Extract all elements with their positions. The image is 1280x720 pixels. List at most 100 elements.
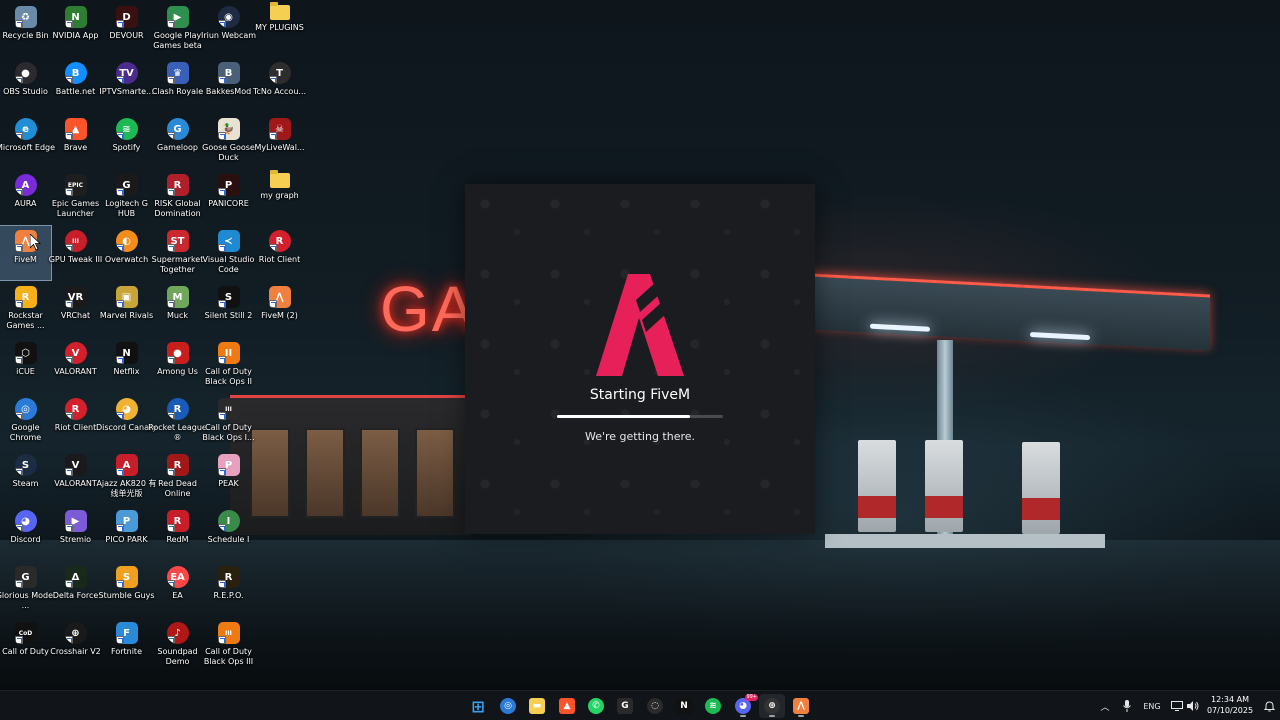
desktop-icon-soundpad[interactable]: ♪ Soundpad Demo (152, 618, 203, 672)
desktop-icon-spotify[interactable]: ≋ Spotify (101, 114, 152, 168)
desktop-icon-google-play-games[interactable]: ▶ Google Play Games beta (152, 2, 203, 56)
shortcut-arrow-icon (14, 76, 23, 84)
spotify-icon: ≋ (705, 698, 721, 714)
desktop-icon-supermarket-together[interactable]: ST Supermarket Together (152, 226, 203, 280)
desktop-icon-brave[interactable]: ▲ Brave (50, 114, 101, 168)
desktop-icon-glorious-model[interactable]: G Glorious Model ... (0, 562, 55, 616)
desktop-icon-ajazz-keyboard[interactable]: A Ajazz AK820 有线单光版 (96, 450, 157, 504)
notification-bell-icon (1263, 700, 1275, 711)
desktop-icon-logitech-g-hub[interactable]: G Logitech G HUB (101, 170, 152, 224)
desktop-icon-overwatch[interactable]: ◐ Overwatch (101, 226, 152, 280)
discord-taskbar-button[interactable]: ◕ 99+ (730, 694, 758, 718)
crosshair-taskbar-button[interactable]: ◌ (642, 694, 668, 718)
desktop-icon-muck[interactable]: M Muck (152, 282, 203, 336)
desktop-icon-icue[interactable]: ⬡ iCUE (0, 338, 51, 392)
brave-icon: ▲ (64, 118, 87, 140)
desktop-icon-black-ops[interactable]: II Call of Duty Black Ops II (203, 338, 254, 392)
desktop-icon-red-dead-online[interactable]: R Red Dead Online (152, 450, 203, 504)
language-indicator[interactable]: ENG (1140, 698, 1164, 714)
desktop-icon-vrchat[interactable]: VR VRChat (50, 282, 101, 336)
desktop-icon-iriun-webcam[interactable]: ◉ Iriun Webcam (201, 2, 256, 56)
desktop-icon-recycle-bin[interactable]: ♻ Recycle Bin (0, 2, 51, 56)
desktop-icon-riot-client[interactable]: R Riot Client (50, 394, 101, 448)
desktop-icon-black-ops[interactable]: III Call of Duty Black Ops I... (202, 394, 255, 448)
desktop-icon-stumble-guys[interactable]: S Stumble Guys (98, 562, 155, 616)
desktop-icon-netflix[interactable]: N Netflix (101, 338, 152, 392)
desktop-icon-redm[interactable]: R RedM (152, 506, 203, 560)
desktop-icon-panicore[interactable]: P PANICORE (203, 170, 254, 224)
desktop-icon-chrome[interactable]: ◎ Google Chrome (0, 394, 51, 448)
shortcut-arrow-icon (217, 20, 226, 28)
stremio-icon: ▶ (64, 510, 87, 532)
desktop-icon-bakkesmod[interactable]: B BakkesMod (203, 58, 254, 112)
netflix-icon: N (115, 342, 138, 364)
fivem-icon: ⋀ (793, 698, 809, 714)
desktop-icon-vscode[interactable]: ≺ Visual Studio Code (203, 226, 254, 280)
desktop-icon-valorant[interactable]: V VALORANT (50, 338, 101, 392)
desktop-icon-discord[interactable]: ◕ Discord (0, 506, 51, 560)
desktop-icon-gameloop[interactable]: G Gameloop (152, 114, 203, 168)
desktop-icon-tcno-account-switcher[interactable]: T TcNo Accou... (253, 58, 306, 112)
desktop-icon-ea[interactable]: EA EA (152, 562, 203, 616)
file-explorer-taskbar-button[interactable]: ▬ (524, 694, 550, 718)
desktop-icon-among-us[interactable]: ● Among Us (152, 338, 203, 392)
spotify-icon: ≋ (115, 118, 138, 140)
desktop-icon-delta-force[interactable]: Δ Delta Force (50, 562, 101, 616)
desktop-icon-silent-still[interactable]: S Silent Still 2 (203, 282, 254, 336)
desktop-icon-obs-studio[interactable]: ● OBS Studio (0, 58, 51, 112)
desktop-icon-fortnite[interactable]: F Fortnite (101, 618, 152, 672)
desktop-icon-peak[interactable]: P PEAK (203, 450, 254, 504)
brave-taskbar-button[interactable]: ▲ (554, 694, 580, 718)
desktop-icon-fivem[interactable]: ⋀ FiveM (0, 225, 52, 281)
desktop-icon-aura[interactable]: A AURA (0, 170, 51, 224)
crosshair-v2-taskbar-button[interactable]: ⊕ (759, 694, 785, 718)
desktop-icon-steam[interactable]: S Steam (0, 450, 51, 504)
spotify-taskbar-button[interactable]: ≋ (700, 694, 726, 718)
desktop-icon-crosshair[interactable]: ⊕ Crosshair V2 (50, 618, 101, 672)
fivem-taskbar-button[interactable]: ⋀ (788, 694, 814, 718)
desktop-icon-folder[interactable]: my graph (254, 170, 305, 224)
desktop-icon-black-ops[interactable]: III Call of Duty Black Ops III (203, 618, 254, 672)
shortcut-arrow-icon (115, 20, 124, 28)
desktop-icon-riot-client[interactable]: R Riot Client (254, 226, 305, 280)
desktop-icon-iptv-smarters[interactable]: TV IPTVSmarte... (99, 58, 154, 112)
desktop-icon-nvidia[interactable]: N NVIDIA App (50, 2, 101, 56)
shortcut-arrow-icon (14, 636, 23, 644)
desktop-icon-schedule-one[interactable]: I Schedule I (203, 506, 254, 560)
desktop-icon-repo[interactable]: R R.E.P.O. (203, 562, 254, 616)
notification-center-button[interactable] (1262, 698, 1276, 714)
desktop-icon-devour[interactable]: D DEVOUR (101, 2, 152, 56)
whatsapp-taskbar-button[interactable]: ✆ (583, 694, 609, 718)
nvidia-icon: N (64, 6, 87, 28)
show-hidden-icons-button[interactable]: ︿ (1098, 698, 1112, 714)
desktop-icon-edge[interactable]: e Microsoft Edge (0, 114, 55, 168)
desktop-icon-mylivewallpaper[interactable]: ☠ MyLiveWal... (254, 114, 305, 168)
desktop-icon-gpu-tweak[interactable]: III GPU Tweak III (49, 226, 102, 280)
desktop-icon-call-of-duty[interactable]: CoD Call of Duty (0, 618, 51, 672)
desktop-icon-folder[interactable]: MY PLUGINS (254, 2, 305, 56)
desktop-icon-clash-royale[interactable]: ♛ Clash Royale (152, 58, 203, 112)
taskbar-clock[interactable]: 12:34 AM 07/10/2025 (1201, 694, 1259, 716)
shortcut-arrow-icon (14, 132, 23, 140)
desktop-icon-pico-park[interactable]: P PICO PARK (101, 506, 152, 560)
desktop-icon-epic-games[interactable]: EPIC Epic Games Launcher (50, 170, 101, 224)
folder-icon: ▬ (529, 698, 545, 714)
desktop-icon-discord-canary[interactable]: ◕ Discord Canary (96, 394, 157, 448)
desktop-icon-valorant[interactable]: V VALORANT (50, 450, 101, 504)
network-tray-button[interactable] (1170, 698, 1184, 714)
desktop-icon-stremio[interactable]: ▶ Stremio (50, 506, 101, 560)
chrome-taskbar-button[interactable]: ◎ (495, 694, 521, 718)
desktop-icon-rockstar-games[interactable]: R Rockstar Games ... (0, 282, 51, 336)
volume-tray-button[interactable] (1186, 698, 1200, 714)
desktop-icon-battlenet[interactable]: B Battle.net (50, 58, 101, 112)
desktop-icon-goose-goose-duck[interactable]: 🦆 Goose Goose Duck (202, 114, 255, 168)
desktop-icon-rocket-league[interactable]: R Rocket League ® (148, 394, 207, 448)
start-button[interactable]: ⊞ (465, 694, 491, 718)
netflix-taskbar-button[interactable]: N (671, 694, 697, 718)
microphone-tray-button[interactable] (1120, 698, 1134, 714)
desktop-icon-risk[interactable]: R RISK Global Domination (152, 170, 203, 224)
logitech-g-hub-taskbar-button[interactable]: G (612, 694, 638, 718)
desktop-icon-marvel-rivals[interactable]: ▣ Marvel Rivals (100, 282, 153, 336)
desktop-icon-fivem[interactable]: ⋀ FiveM (2) (254, 282, 305, 336)
crosshair-icon: ◌ (647, 698, 663, 714)
